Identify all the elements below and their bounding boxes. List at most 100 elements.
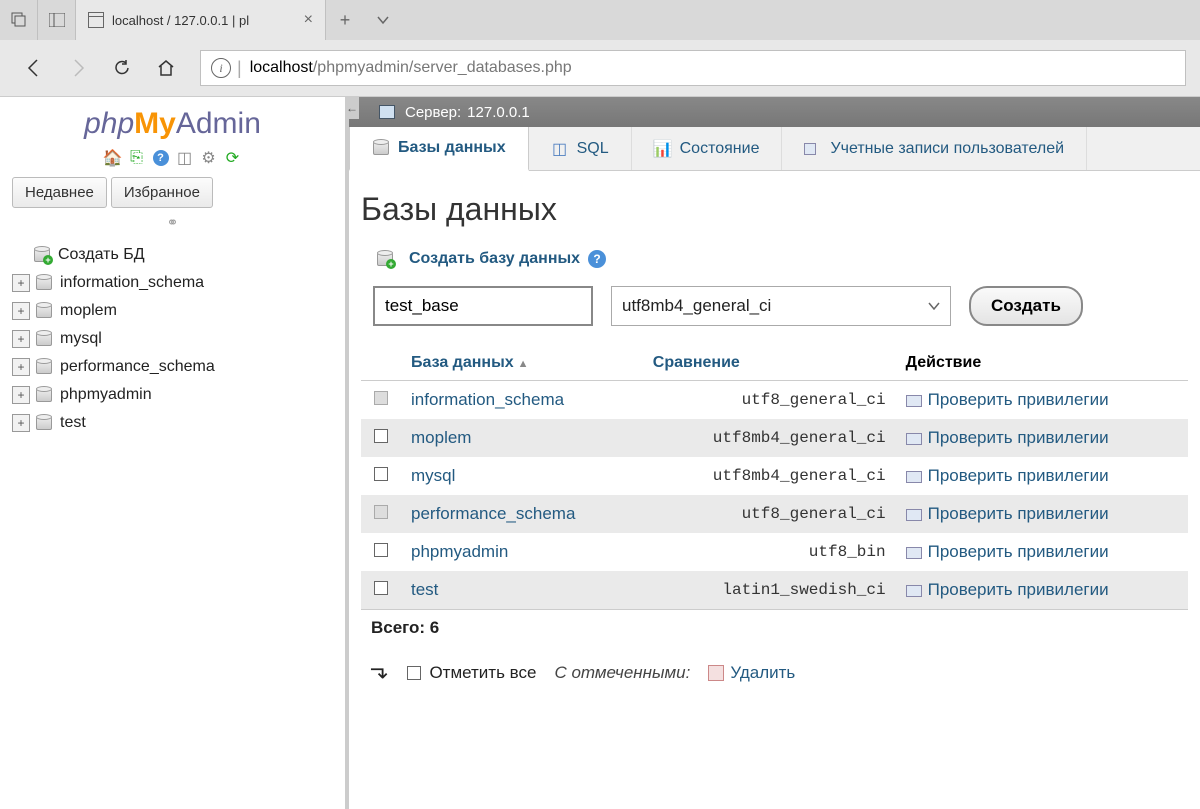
docs-icon[interactable]: ? [152,149,170,167]
db-link[interactable]: test [411,580,438,599]
db-link[interactable]: performance_schema [411,504,575,523]
browser-tab[interactable]: localhost / 127.0.0.1 | pl × [76,0,326,40]
databases-table: База данных▲ Сравнение Действие informat… [361,346,1188,646]
tree-db-item[interactable]: +phpmyadmin [12,381,339,409]
check-privileges-link[interactable]: Проверить привилегии [928,466,1109,485]
privileges-icon [906,471,922,483]
collation-value: latin1_swedish_ci [643,571,896,610]
tab-menu-icon[interactable] [364,14,402,26]
row-checkbox[interactable] [374,543,388,557]
sidebar-tab-recent[interactable]: Недавнее [12,177,107,208]
main-content: ← Сервер: 127.0.0.1 Базы данных ◫SQL 📊Со… [345,97,1200,809]
collapse-sidebar-icon[interactable]: ← [345,97,359,119]
sidebar: phpMyAdmin 🏠 ⎘ ? ◫ ⚙ ⟳ Недавнее Избранно… [0,97,345,809]
collation-value: utf8_general_ci [643,381,896,420]
expand-icon[interactable]: + [12,358,30,376]
site-info-icon[interactable]: i [211,58,231,78]
collation-select[interactable]: utf8mb4_general_ci [611,286,951,326]
row-checkbox[interactable] [374,467,388,481]
expand-icon[interactable]: + [12,330,30,348]
collation-value: utf8mb4_general_ci [643,457,896,495]
home-button[interactable] [146,48,186,88]
db-link[interactable]: phpmyadmin [411,542,508,561]
help-icon[interactable]: ? [588,250,606,268]
sql-docs-icon[interactable]: ◫ [176,149,194,167]
delete-button[interactable]: Удалить [708,663,795,683]
expand-icon[interactable]: + [12,386,30,404]
table-row: performance_schemautf8_general_ciПровери… [361,495,1188,533]
row-checkbox [374,505,388,519]
check-all[interactable]: Отметить все [407,663,536,683]
check-privileges-link[interactable]: Проверить привилегии [928,580,1109,599]
create-db-icon [377,252,393,266]
col-collation[interactable]: Сравнение [643,346,896,381]
tab-users[interactable]: Учетные записи пользователей [782,127,1087,170]
tab-databases[interactable]: Базы данных [349,127,529,171]
link-icon[interactable]: ⚭ [0,214,345,231]
forward-button [58,48,98,88]
check-privileges-link[interactable]: Проверить привилегии [928,504,1109,523]
tab-title: localhost / 127.0.0.1 | pl [112,13,294,28]
table-row: information_schema utf8_general_ci Провери… [361,381,1188,420]
new-db-icon [34,248,50,262]
refresh-button[interactable] [102,48,142,88]
database-icon [36,388,52,402]
back-button[interactable] [14,48,54,88]
tab-aside-icon[interactable] [38,0,76,40]
new-tab-button[interactable]: + [326,10,364,31]
database-icon [36,360,52,374]
check-privileges-link[interactable]: Проверить привилегии [928,542,1109,561]
table-row: test latin1_swedish_ci Проверить привилеги… [361,571,1188,610]
top-tabs: Базы данных ◫SQL 📊Состояние Учетные запи… [349,127,1200,171]
check-privileges-link[interactable]: Проверить привилегии [928,428,1109,447]
row-checkbox[interactable] [374,429,388,443]
home-icon[interactable]: 🏠 [104,149,122,167]
table-row: moplemutf8mb4_general_ciПроверить привил… [361,419,1188,457]
expand-icon[interactable]: + [12,274,30,292]
database-icon [36,304,52,318]
url-bar[interactable]: i | localhost/phpmyadmin/server_database… [200,50,1186,86]
tree-db-item[interactable]: +moplem [12,297,339,325]
create-db-label: Создать базу данных [409,250,580,268]
col-database[interactable]: База данных▲ [401,346,643,381]
check-all-checkbox[interactable] [407,666,421,680]
browser-chrome: localhost / 127.0.0.1 | pl × + i | local… [0,0,1200,97]
total-count: Всего: 6 [361,610,1188,647]
breadcrumb: Сервер: 127.0.0.1 [349,97,1200,127]
privileges-icon [906,509,922,521]
tree-db-item[interactable]: +mysql [12,325,339,353]
settings-icon[interactable]: ⚙ [200,149,218,167]
db-name-input[interactable] [373,286,593,326]
tree-db-item[interactable]: +performance_schema [12,353,339,381]
users-icon [804,140,822,158]
sidebar-tab-favorites[interactable]: Избранное [111,177,213,208]
expand-icon[interactable]: + [12,414,30,432]
tree-new-db[interactable]: Создать БД [12,241,339,269]
browser-tab-bar: localhost / 127.0.0.1 | pl × + [0,0,1200,40]
tab-stack-icon[interactable] [0,0,38,40]
db-link[interactable]: mysql [411,466,455,485]
create-button[interactable]: Создать [969,286,1083,326]
chevron-down-icon [928,302,940,310]
database-icon [372,139,390,157]
server-icon [379,105,395,119]
logout-icon[interactable]: ⎘ [128,149,146,167]
tree-db-item[interactable]: +test [12,409,339,437]
tree-db-item[interactable]: +information_schema [12,269,339,297]
col-action: Действие [896,346,1188,381]
arrow-up-icon: ↳ [367,664,393,682]
db-link[interactable]: moplem [411,428,471,447]
database-icon [36,416,52,430]
close-tab-icon[interactable]: × [304,11,313,29]
expand-icon[interactable]: + [12,302,30,320]
privileges-icon [906,433,922,445]
check-privileges-link[interactable]: Проверить привилегии [928,390,1109,409]
db-link[interactable]: information_schema [411,390,564,409]
delete-icon [708,665,724,681]
with-selected-label: С отмеченными: [554,663,690,683]
row-checkbox[interactable] [374,581,388,595]
tab-status[interactable]: 📊Состояние [632,127,783,170]
phpmyadmin-logo[interactable]: phpMyAdmin [0,107,345,141]
tab-sql[interactable]: ◫SQL [529,127,632,170]
reload-icon[interactable]: ⟳ [224,149,242,167]
